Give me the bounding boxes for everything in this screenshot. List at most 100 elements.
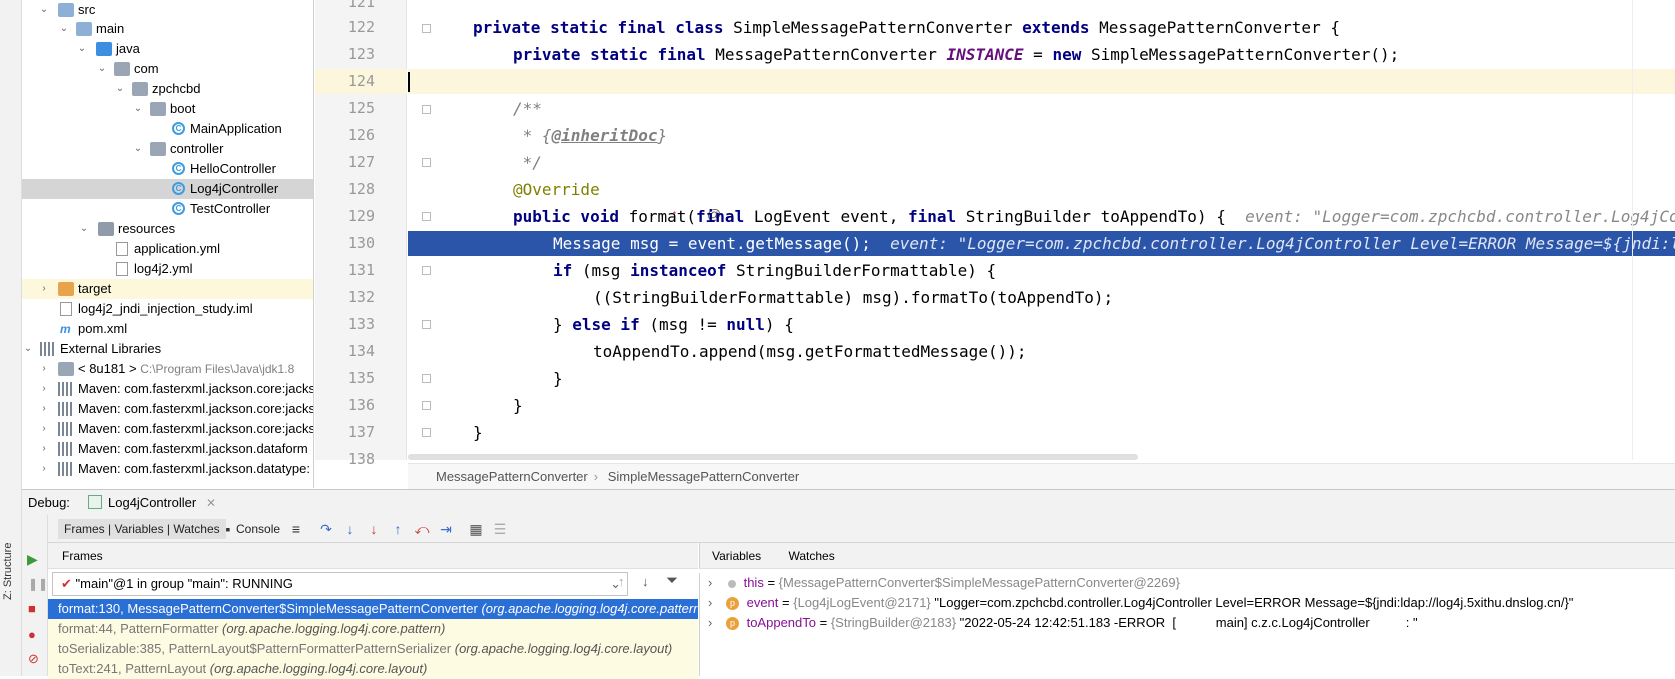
frames-header: Frames bbox=[48, 543, 698, 569]
text-caret bbox=[408, 72, 410, 92]
previous-frame-icon[interactable]: ↑ bbox=[618, 574, 625, 589]
chevron-down-icon[interactable]: ⌄ bbox=[38, 0, 50, 20]
breadcrumb-item[interactable]: MessagePatternConverter bbox=[436, 469, 588, 484]
pause-icon[interactable]: ❚❚ bbox=[28, 577, 48, 591]
code-line: public void format(final LogEvent event,… bbox=[408, 204, 1675, 229]
tab-frames-variables-watches[interactable]: Frames | Variables | Watches bbox=[58, 519, 226, 539]
frame-item[interactable]: toSerializable:385, PatternLayout$Patter… bbox=[48, 639, 698, 659]
tree-item-hellocontroller[interactable]: C HelloController bbox=[22, 159, 313, 179]
chevron-right-icon[interactable]: › bbox=[38, 359, 50, 379]
breadcrumb-item[interactable]: SimpleMessagePatternConverter bbox=[608, 469, 799, 484]
drop-frame-icon[interactable]: ⤺ bbox=[414, 521, 430, 537]
tab-watches[interactable]: Watches bbox=[788, 549, 834, 563]
chevron-right-icon[interactable]: › bbox=[38, 459, 50, 479]
chevron-down-icon[interactable]: ⌄ bbox=[58, 19, 70, 39]
tab-console[interactable]: Console bbox=[236, 519, 280, 539]
tree-item-com[interactable]: ⌄ com bbox=[22, 59, 313, 79]
chevron-right-icon[interactable]: › bbox=[38, 399, 50, 419]
thread-selector[interactable]: ✔ "main"@1 in group "main": RUNNING ⌄ bbox=[52, 572, 628, 596]
code-editor[interactable]: private static final class SimpleMessage… bbox=[408, 0, 1675, 460]
variable-row[interactable]: › this = {MessagePatternConverter$Simple… bbox=[699, 573, 1675, 593]
chevron-down-icon[interactable]: ⌄ bbox=[96, 59, 108, 79]
tree-item-jdk[interactable]: › < 8u181 > C:\Program Files\Java\jdk1.8 bbox=[22, 359, 313, 379]
frame-item[interactable]: toText:241, PatternLayout (org.apache.lo… bbox=[48, 659, 698, 679]
tree-item-mainapplication[interactable]: C MainApplication bbox=[22, 119, 313, 139]
menu-icon[interactable]: ≡ bbox=[288, 521, 304, 537]
breadcrumb-separator-icon: › bbox=[593, 469, 599, 484]
debug-side-toolbar: ▶ ❚❚ ■ ● ⊘ bbox=[22, 515, 48, 676]
line-number: 131 bbox=[347, 261, 375, 279]
chevron-down-icon[interactable]: ⌄ bbox=[132, 139, 144, 159]
line-number: 124 bbox=[315, 69, 407, 94]
chevron-down-icon[interactable]: ⌄ bbox=[132, 99, 144, 119]
tab-variables[interactable]: Variables bbox=[712, 549, 761, 563]
force-step-into-icon[interactable]: ↓ bbox=[366, 521, 382, 537]
maven-icon: m bbox=[60, 322, 71, 336]
current-line bbox=[408, 69, 1675, 94]
next-frame-icon[interactable]: ↓ bbox=[642, 574, 649, 589]
inline-debug-hint: event: "Logger=com.zpchcbd.controller.Lo… bbox=[890, 234, 1675, 253]
tree-item-log4j2-yml[interactable]: log4j2.yml bbox=[22, 259, 313, 279]
view-breakpoints-icon[interactable]: ● bbox=[28, 627, 36, 642]
chevron-down-icon[interactable]: ⌄ bbox=[76, 39, 88, 59]
chevron-down-icon[interactable]: ⌄ bbox=[22, 339, 34, 359]
chevron-down-icon[interactable]: ⌄ bbox=[78, 219, 90, 239]
step-over-icon[interactable]: ↷ bbox=[318, 521, 334, 537]
tree-item-library[interactable]: › Maven: com.fasterxml.jackson.dataform bbox=[22, 439, 313, 459]
tree-item-iml-file[interactable]: log4j2_jndi_injection_study.iml bbox=[22, 299, 313, 319]
step-out-icon[interactable]: ↑ bbox=[390, 521, 406, 537]
tree-item-java[interactable]: ⌄ java bbox=[22, 39, 313, 59]
variable-row[interactable]: › p event = {Log4jLogEvent@2171} "Logger… bbox=[699, 593, 1675, 613]
mute-breakpoints-icon[interactable]: ⊘ bbox=[28, 651, 39, 667]
tree-item-testcontroller[interactable]: C TestController bbox=[22, 199, 313, 219]
iml-file-icon bbox=[60, 302, 72, 316]
parameter-icon: p bbox=[725, 617, 739, 631]
tree-item-library[interactable]: › Maven: com.fasterxml.jackson.core:jacks bbox=[22, 419, 313, 439]
chevron-right-icon[interactable]: › bbox=[38, 379, 50, 399]
horizontal-scrollbar[interactable] bbox=[408, 454, 1138, 460]
tree-item-target[interactable]: › target bbox=[22, 279, 313, 299]
step-into-icon[interactable]: ↓ bbox=[342, 521, 358, 537]
tree-item-main[interactable]: ⌄ main bbox=[22, 19, 313, 39]
chevron-right-icon[interactable]: › bbox=[708, 595, 712, 610]
line-number: 122 bbox=[347, 18, 375, 36]
chevron-right-icon[interactable]: › bbox=[708, 615, 712, 630]
tree-item-application-yml[interactable]: application.yml bbox=[22, 239, 313, 259]
evaluate-expression-icon[interactable]: ▦ bbox=[468, 521, 484, 537]
tree-item-external-libraries[interactable]: ⌄ External Libraries bbox=[22, 339, 313, 359]
debug-session-tab[interactable]: Log4jController bbox=[108, 490, 196, 516]
line-number: 132 bbox=[347, 288, 375, 306]
variable-row[interactable]: › p toAppendTo = {StringBuilder@2183} "2… bbox=[699, 613, 1675, 633]
tree-item-library[interactable]: › Maven: com.fasterxml.jackson.datatype: bbox=[22, 459, 313, 479]
structure-tool-tab[interactable]: Z: Structure bbox=[2, 543, 14, 600]
tree-item-log4jcontroller[interactable]: C Log4jController bbox=[22, 179, 313, 199]
chevron-down-icon[interactable]: ⌄ bbox=[114, 79, 126, 99]
frame-item[interactable]: format:44, PatternFormatter (org.apache.… bbox=[48, 619, 698, 639]
line-number: 121 bbox=[347, 0, 375, 11]
close-icon[interactable]: ✕ bbox=[206, 490, 216, 516]
tree-item-library[interactable]: › Maven: com.fasterxml.jackson.core:jacks bbox=[22, 379, 313, 399]
tree-item-src[interactable]: ⌄ src bbox=[22, 0, 313, 20]
trace-icon[interactable]: ☰ bbox=[492, 521, 508, 537]
library-icon bbox=[58, 462, 74, 476]
tree-item-boot[interactable]: ⌄ boot bbox=[22, 99, 313, 119]
run-config-icon bbox=[88, 495, 102, 509]
chevron-right-icon[interactable]: › bbox=[38, 279, 50, 299]
tree-item-resources[interactable]: ⌄ resources bbox=[22, 219, 313, 239]
chevron-right-icon[interactable]: › bbox=[38, 419, 50, 439]
line-number: 136 bbox=[347, 396, 375, 414]
package-icon bbox=[114, 62, 130, 76]
run-to-cursor-icon[interactable]: ⇥ bbox=[438, 521, 454, 537]
tree-item-library[interactable]: › Maven: com.fasterxml.jackson.core:jacks bbox=[22, 399, 313, 419]
tree-item-controller[interactable]: ⌄ controller bbox=[22, 139, 313, 159]
library-icon bbox=[58, 382, 74, 396]
chevron-right-icon[interactable]: › bbox=[708, 575, 712, 590]
stop-icon[interactable]: ■ bbox=[28, 601, 36, 616]
chevron-right-icon[interactable]: › bbox=[38, 439, 50, 459]
resume-icon[interactable]: ▶ bbox=[27, 551, 38, 568]
filter-icon[interactable]: ⏷ bbox=[666, 572, 678, 589]
frame-item[interactable]: format:130, MessagePatternConverter$Simp… bbox=[48, 599, 698, 619]
tree-item-zpchcbd[interactable]: ⌄ zpchcbd bbox=[22, 79, 313, 99]
object-icon bbox=[727, 579, 736, 588]
tree-item-pom-xml[interactable]: m pom.xml bbox=[22, 319, 313, 339]
